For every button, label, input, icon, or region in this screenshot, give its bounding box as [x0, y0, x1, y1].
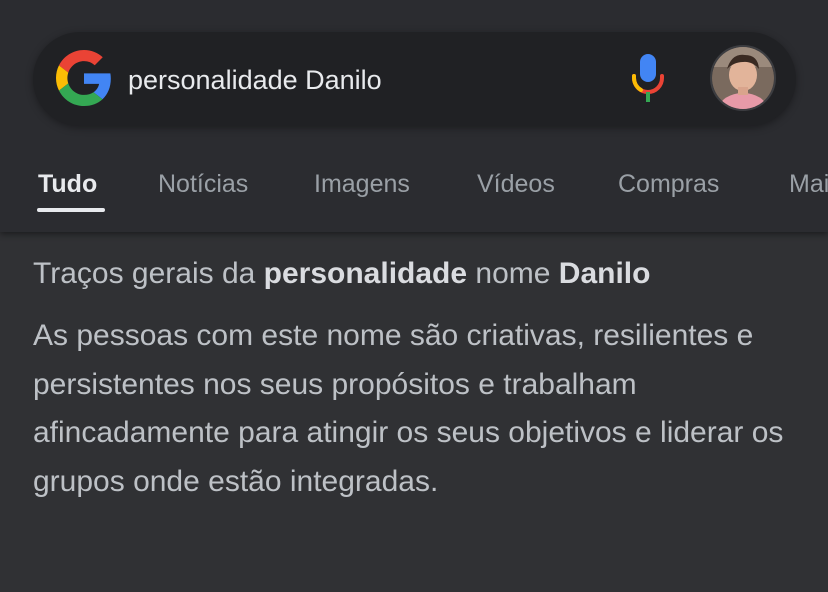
- user-avatar[interactable]: [710, 45, 776, 111]
- heading-text: nome: [467, 257, 559, 290]
- microphone-icon[interactable]: [626, 52, 670, 104]
- search-input[interactable]: personalidade Danilo: [128, 58, 382, 102]
- featured-snippet: Traços gerais da personalidade nome Dani…: [33, 246, 813, 506]
- search-results-page: personalidade Danilo Tudo Notícias Image…: [0, 0, 828, 592]
- tab-more[interactable]: Mais: [789, 160, 828, 208]
- snippet-body: As pessoas com este nome são criativas, …: [33, 319, 784, 498]
- heading-text: Traços gerais da: [33, 257, 264, 290]
- active-tab-indicator: [37, 208, 105, 212]
- search-header: personalidade Danilo Tudo Notícias Image…: [0, 0, 828, 232]
- tab-videos[interactable]: Vídeos: [477, 160, 555, 208]
- heading-highlight: personalidade: [263, 257, 468, 290]
- tab-news[interactable]: Notícias: [158, 160, 248, 208]
- avatar-image: [712, 47, 774, 109]
- heading-highlight: Danilo: [558, 257, 651, 290]
- tab-shopping[interactable]: Compras: [618, 160, 719, 208]
- tab-images[interactable]: Imagens: [314, 160, 410, 208]
- tab-all[interactable]: Tudo: [38, 160, 97, 208]
- search-tabs: Tudo Notícias Imagens Vídeos Compras Mai…: [0, 160, 828, 220]
- snippet-heading: Traços gerais da personalidade nome Dani…: [33, 246, 813, 302]
- google-g-icon[interactable]: [56, 50, 112, 106]
